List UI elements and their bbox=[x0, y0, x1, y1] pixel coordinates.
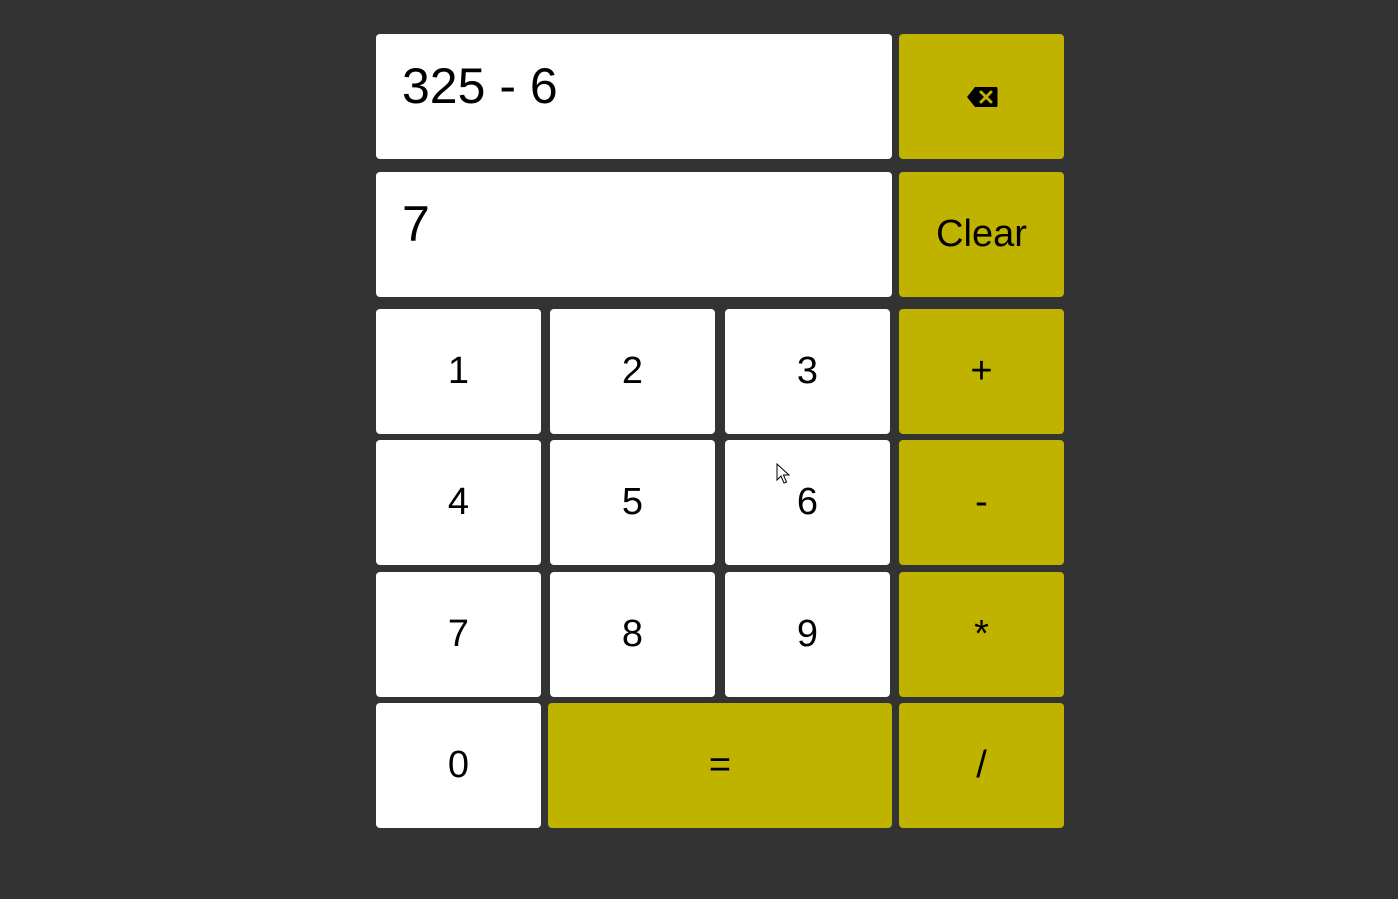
multiply-button[interactable]: * bbox=[899, 572, 1064, 697]
digit-6-button[interactable]: 6 bbox=[725, 440, 890, 565]
digit-9-button[interactable]: 9 bbox=[725, 572, 890, 697]
backspace-button[interactable] bbox=[899, 34, 1064, 159]
divide-button[interactable]: / bbox=[899, 703, 1064, 828]
expression-display: 325 - 6 bbox=[376, 34, 892, 159]
clear-button[interactable]: Clear bbox=[899, 172, 1064, 297]
equals-button[interactable]: = bbox=[548, 703, 892, 828]
plus-button[interactable]: + bbox=[899, 309, 1064, 434]
digit-5-button[interactable]: 5 bbox=[550, 440, 715, 565]
minus-button[interactable]: - bbox=[899, 440, 1064, 565]
digit-7-button[interactable]: 7 bbox=[376, 572, 541, 697]
digit-0-button[interactable]: 0 bbox=[376, 703, 541, 828]
digit-8-button[interactable]: 8 bbox=[550, 572, 715, 697]
digit-3-button[interactable]: 3 bbox=[725, 309, 890, 434]
backspace-icon bbox=[966, 86, 998, 108]
digit-4-button[interactable]: 4 bbox=[376, 440, 541, 565]
digit-1-button[interactable]: 1 bbox=[376, 309, 541, 434]
current-display: 7 bbox=[376, 172, 892, 297]
digit-2-button[interactable]: 2 bbox=[550, 309, 715, 434]
